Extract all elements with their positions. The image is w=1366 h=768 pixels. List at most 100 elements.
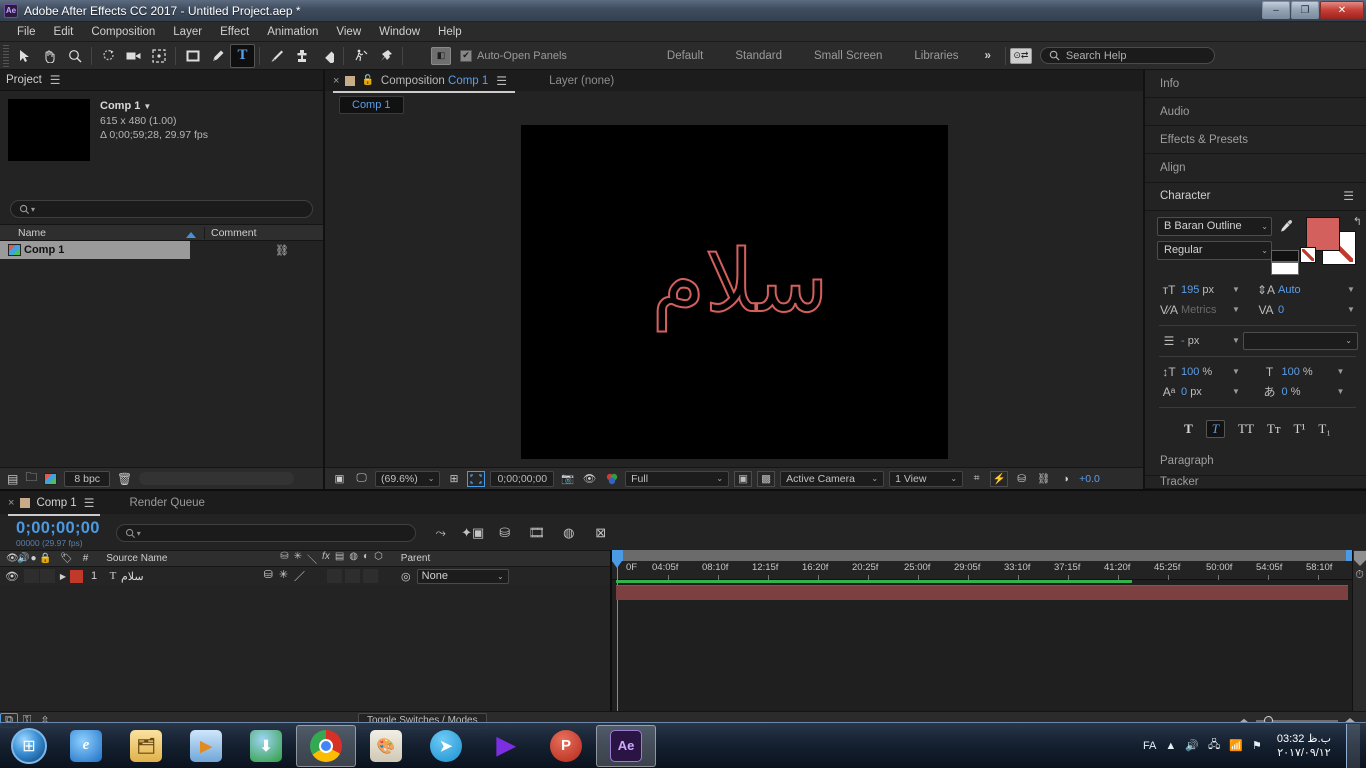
timeline-graph-area[interactable]: 0F 04:05f 08:10f 12:15f 16:20f 20:25f 25… xyxy=(612,550,1366,711)
composition-viewer[interactable]: سلام xyxy=(325,117,1143,467)
pan-behind-tool-icon[interactable] xyxy=(146,44,171,68)
taskbar-app-p[interactable]: P xyxy=(536,725,596,767)
panel-header-paragraph[interactable]: Paragraph xyxy=(1145,448,1366,476)
motion-blur-icon[interactable]: ◍ xyxy=(556,523,582,543)
reset-exposure-icon[interactable]: ◑ xyxy=(1057,471,1074,487)
minimize-button[interactable]: – xyxy=(1262,1,1290,19)
snapshot-camera-icon[interactable]: 📷 xyxy=(559,471,576,487)
layer-stopwatch-icon[interactable]: ⏱ xyxy=(1353,569,1366,582)
selection-tool-icon[interactable] xyxy=(12,44,37,68)
layer-label-color[interactable] xyxy=(70,569,83,583)
restore-button[interactable]: ❐ xyxy=(1291,1,1319,19)
current-time-field[interactable]: 0;00;00;00 xyxy=(490,470,555,487)
layer-video-toggle-icon[interactable]: 👁 xyxy=(0,570,24,583)
project-panel-menu-icon[interactable]: ☰ xyxy=(50,73,61,87)
composition-canvas[interactable]: سلام xyxy=(520,125,948,459)
fill-stroke-swatches[interactable]: ↰ xyxy=(1300,216,1362,265)
toolbar-grip[interactable] xyxy=(3,44,9,67)
timeline-ruler[interactable]: 0F 04:05f 08:10f 12:15f 16:20f 20:25f 25… xyxy=(612,550,1366,580)
frame-blending-icon[interactable]: 🎞 xyxy=(524,523,550,543)
menu-layer[interactable]: Layer xyxy=(164,22,211,42)
timeline-scroll-grip[interactable] xyxy=(1354,551,1366,566)
comp-flowchart-icon[interactable]: ⛓ xyxy=(1035,471,1052,487)
lock-icon[interactable]: 🔓 xyxy=(361,75,373,86)
expand-layer-icon[interactable]: ▶ xyxy=(56,572,70,581)
clock[interactable]: ب.ظ 03:32 ۲۰۱۷/۰۹/۱۲ xyxy=(1271,732,1337,760)
choose-grid-icon[interactable]: ⊞ xyxy=(445,471,462,487)
camera-view-dropdown[interactable]: Active Camera ⌄ xyxy=(780,470,885,487)
network-icon[interactable]: 🖧 xyxy=(1208,736,1220,755)
search-dropdown-icon[interactable]: ▾ xyxy=(31,205,35,214)
faux-bold-button[interactable]: T xyxy=(1184,421,1193,437)
menu-animation[interactable]: Animation xyxy=(258,22,327,42)
layer-collapse-icon[interactable]: ✳ xyxy=(279,568,288,584)
stroke-type-dropdown[interactable]: ⌄ xyxy=(1243,331,1358,350)
column-header-comment[interactable]: Comment xyxy=(205,227,257,239)
pixel-aspect-correction-icon[interactable]: ⌗ xyxy=(968,471,985,487)
composition-panel-menu-icon[interactable]: ☰ xyxy=(496,74,507,88)
taskbar-app-idm[interactable]: ⬇ xyxy=(236,725,296,767)
zoom-tool-icon[interactable] xyxy=(62,44,87,68)
signal-bars-icon[interactable]: 📶 xyxy=(1229,739,1243,752)
language-indicator[interactable]: FA xyxy=(1143,740,1156,752)
project-item-comp1[interactable]: Comp 1 xyxy=(0,241,190,259)
chevron-down-icon[interactable]: ▼ xyxy=(1229,367,1243,376)
layer-duration-bar[interactable] xyxy=(616,585,1348,600)
comp-name-label[interactable]: Comp 1 ▼ xyxy=(100,99,208,114)
camera-tool-icon[interactable] xyxy=(121,44,146,68)
workspace-libraries[interactable]: Libraries xyxy=(898,50,974,62)
resolution-dropdown[interactable]: Full ⌄ xyxy=(625,470,730,487)
volume-icon[interactable]: 🔊 xyxy=(1185,739,1199,752)
exposure-value[interactable]: +0.0 xyxy=(1079,473,1100,485)
panel-header-audio[interactable]: Audio xyxy=(1145,98,1366,127)
workspace-standard[interactable]: Standard xyxy=(719,50,798,62)
taskbar-app-potplayer[interactable]: ▶ xyxy=(476,725,536,767)
no-color-swatch[interactable] xyxy=(1300,246,1316,263)
font-style-dropdown[interactable]: Regular ⌄ xyxy=(1157,240,1272,260)
parent-dropdown[interactable]: None ⌄ xyxy=(416,568,509,584)
kerning-value[interactable]: Metrics xyxy=(1181,304,1229,316)
taskbar-app-file-explorer[interactable]: 🗂 xyxy=(116,725,176,767)
region-of-interest-icon[interactable] xyxy=(467,470,486,487)
layer-solo-cell[interactable] xyxy=(40,569,55,583)
leading-value[interactable]: Auto xyxy=(1278,284,1326,296)
pen-tool-icon[interactable] xyxy=(205,44,230,68)
close-tab-icon[interactable]: × xyxy=(333,75,339,87)
column-header-source-name[interactable]: Source Name xyxy=(106,553,266,564)
timeline-shortcut-icon[interactable]: ⛁ xyxy=(1013,471,1030,487)
hand-tool-icon[interactable] xyxy=(37,44,62,68)
subscript-button[interactable]: T₁ xyxy=(1318,421,1330,437)
view-layout-dropdown[interactable]: 1 View ⌄ xyxy=(889,470,964,487)
column-header-name[interactable]: Name xyxy=(0,226,205,239)
project-item-row[interactable]: Comp 1 ⛓ xyxy=(0,241,323,259)
new-folder-icon[interactable]: 🗀 xyxy=(25,468,37,489)
draft-3d-icon[interactable]: ✦▣ xyxy=(460,523,486,543)
baseline-shift-row[interactable]: Aᵃ 0 px ▼ xyxy=(1157,382,1258,402)
always-preview-icon[interactable]: ▣ xyxy=(331,471,348,487)
timeline-search-input[interactable]: ▾ xyxy=(115,524,416,542)
sync-settings-icon[interactable]: ⊙⇄ xyxy=(1009,47,1032,64)
bit-depth-button[interactable]: 8 bpc xyxy=(64,470,111,487)
chevron-down-icon[interactable]: ▼ xyxy=(1229,285,1243,294)
stroke-width-row[interactable]: ☰ - px ▼ ⌄ xyxy=(1157,331,1358,351)
auto-open-panels-checkbox[interactable]: ✔ Auto-Open Panels xyxy=(460,49,567,62)
column-header-parent[interactable]: Parent xyxy=(401,553,430,564)
comp-mini-flowchart-icon[interactable]: ⤳ xyxy=(428,523,454,543)
close-tab-icon[interactable]: × xyxy=(8,497,14,509)
taskbar-app-after-effects[interactable]: Ae xyxy=(596,724,656,767)
transparency-grid-icon[interactable]: ▩ xyxy=(757,470,776,487)
parent-pickwhip-icon[interactable]: ◎ xyxy=(401,570,411,583)
new-composition-icon[interactable] xyxy=(44,472,58,485)
character-panel-menu-icon[interactable]: ☰ xyxy=(1343,189,1354,203)
panel-header-character[interactable]: Character ☰ xyxy=(1145,183,1366,211)
taskbar-app-media-player[interactable]: ▶ xyxy=(176,725,236,767)
kerning-row[interactable]: V⁄A Metrics ▼ xyxy=(1157,300,1254,320)
tsume-row[interactable]: あ 0 % ▼ xyxy=(1258,382,1359,402)
stroke-width-value[interactable]: - px xyxy=(1181,335,1229,347)
layer-shy-icon[interactable]: ⛁ xyxy=(264,568,273,584)
tracking-value[interactable]: 0 xyxy=(1278,304,1326,316)
close-button[interactable]: ✕ xyxy=(1320,1,1364,19)
vertical-scale-value[interactable]: 100 % xyxy=(1181,366,1229,378)
work-area-bar[interactable] xyxy=(616,550,1352,561)
horizontal-scale-row[interactable]: T 100 % ▼ xyxy=(1258,362,1359,382)
